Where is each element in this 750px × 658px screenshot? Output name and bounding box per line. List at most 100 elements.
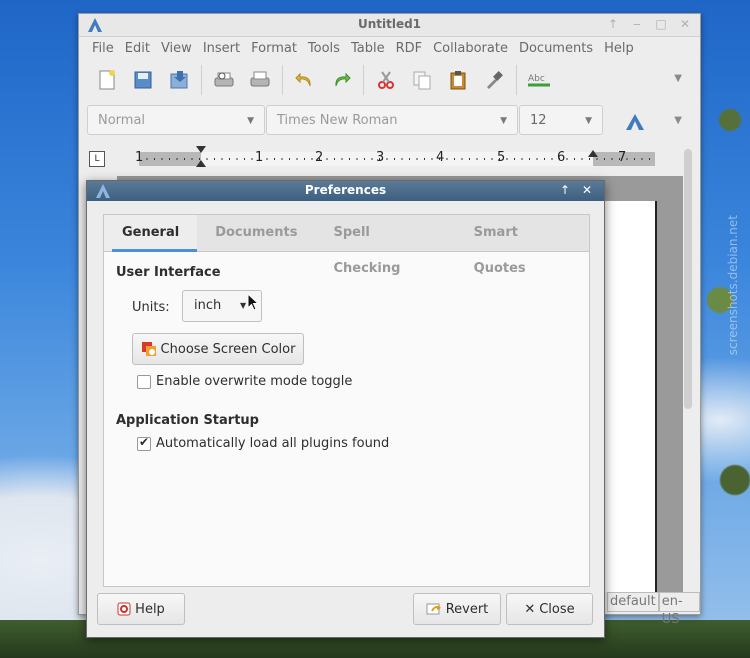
chevron-down-icon: ▼ [500,116,507,126]
toolbar-separator [363,65,364,95]
print-preview-icon[interactable] [206,62,242,98]
application-startup-heading: Application Startup [116,413,259,428]
autoload-plugins-label: Automatically load all plugins found [156,436,390,451]
horizontal-ruler[interactable]: 1 1 2 3 4 5 6 7 [135,146,655,167]
overwrite-mode-label: Enable overwrite mode toggle [156,374,353,389]
font-combo[interactable]: Times New Roman ▼ [266,105,518,135]
redo-icon[interactable] [323,62,359,98]
ruler-number: 1 [135,150,144,165]
spellcheck-icon[interactable]: Abc [521,62,557,98]
menu-format[interactable]: Format [248,41,305,56]
print-icon[interactable] [242,62,278,98]
user-interface-heading: User Interface [116,265,221,280]
choose-screen-color-button[interactable]: Choose Screen Color [132,333,304,365]
chevron-down-icon: ▼ [585,116,592,126]
style-combo[interactable]: Normal ▼ [87,105,265,135]
tree-decoration [700,0,750,658]
close-icon: ✕ [524,601,536,617]
tab-stop-selector[interactable]: L [89,151,105,167]
new-document-icon[interactable] [89,62,125,98]
tab-bar: General Documents Spell Checking Smart Q… [104,215,589,276]
maximize-icon[interactable]: □ [654,17,668,31]
close-icon[interactable]: ✕ [579,182,595,198]
watermark: screenshots.debian.net [726,215,740,356]
copy-icon[interactable] [404,62,440,98]
dialog-title: Preferences [304,183,387,197]
format-painter-icon[interactable] [476,62,512,98]
mouse-pointer-icon [247,293,260,311]
ruler-number: 4 [436,150,445,165]
toolbar-separator [201,65,202,95]
help-button[interactable]: Help [97,593,185,625]
menu-table[interactable]: Table [348,41,393,56]
ruler-number: 7 [618,150,627,165]
font-size-value: 12 [530,113,547,128]
paste-icon[interactable] [440,62,476,98]
svg-text:Abc: Abc [528,74,545,84]
overwrite-mode-row[interactable]: Enable overwrite mode toggle [137,374,352,389]
format-overflow-icon[interactable]: ▼ [674,115,682,126]
preferences-dialog: Preferences ↑ ✕ General Documents Spell … [86,180,605,638]
menu-rdf[interactable]: RDF [393,41,431,56]
units-label: Units: [132,300,170,315]
dialog-titlebar[interactable]: Preferences ↑ ✕ [87,181,604,201]
open-icon[interactable] [125,62,161,98]
toolbar-separator [282,65,283,95]
font-color-icon[interactable] [624,113,646,131]
revert-label: Revert [445,601,489,617]
ruler-number: 5 [497,150,506,165]
overwrite-mode-checkbox[interactable] [137,374,151,389]
menu-edit[interactable]: Edit [122,41,158,56]
color-palette-icon [141,342,156,356]
status-bar: default en-US [607,592,700,627]
right-indent-marker[interactable] [588,150,598,157]
menubar: File Edit View Insert Format Tools Table… [79,37,700,59]
font-size-combo[interactable]: 12 ▼ [519,105,603,135]
toolbar-overflow-icon[interactable]: ▼ [674,73,682,84]
help-icon [117,602,131,616]
close-icon[interactable]: ✕ [678,17,692,31]
menu-documents[interactable]: Documents [516,41,601,56]
preferences-notebook: General Documents Spell Checking Smart Q… [103,214,590,587]
vertical-scrollbar[interactable] [684,149,692,409]
menu-collaborate[interactable]: Collaborate [430,41,516,56]
menu-insert[interactable]: Insert [200,41,248,56]
tab-smart-quotes[interactable]: Smart Quotes [456,215,589,276]
revert-icon [426,603,441,615]
menu-tools[interactable]: Tools [305,41,348,56]
main-titlebar[interactable]: Untitled1 ↑ ‒ □ ✕ [79,14,700,37]
ruler-number: 2 [315,150,324,165]
undo-icon[interactable] [287,62,323,98]
tab-general[interactable]: General [104,215,198,252]
units-value: inch [194,298,222,313]
menu-view[interactable]: View [158,41,200,56]
left-indent-marker[interactable] [196,160,206,167]
shade-icon[interactable]: ↑ [557,182,573,198]
close-button[interactable]: ✕ Close [506,593,593,625]
ruler-row: L 1 1 2 3 4 5 6 7 [79,144,700,174]
toolbar-separator [516,65,517,95]
autoload-plugins-checkbox[interactable] [137,435,151,451]
chevron-down-icon: ▼ [247,116,254,126]
revert-button[interactable]: Revert [413,593,501,625]
close-label: Close [539,601,575,617]
autoload-plugins-row[interactable]: Automatically load all plugins found [137,435,390,451]
choose-screen-color-label: Choose Screen Color [160,341,296,357]
ruler-ticks [139,158,655,160]
chevron-down-icon: ▼ [240,301,247,310]
minimize-icon[interactable]: ‒ [630,17,644,31]
save-icon[interactable] [161,62,197,98]
status-language: en-US [658,592,700,627]
tab-documents[interactable]: Documents [197,215,315,251]
menu-help[interactable]: Help [601,41,642,56]
format-toolbar: Normal ▼ Times New Roman ▼ 12 ▼ ▼ [79,101,700,143]
menu-file[interactable]: File [89,41,122,56]
first-line-indent-marker[interactable] [196,146,206,153]
standard-toolbar: Abc ▼ [79,59,700,101]
tab-spell-checking[interactable]: Spell Checking [315,215,455,276]
shade-icon[interactable]: ↑ [606,17,620,31]
ruler-number: 3 [376,150,385,165]
ruler-number: 1 [255,150,264,165]
status-style: default [607,592,659,612]
cut-icon[interactable] [368,62,404,98]
